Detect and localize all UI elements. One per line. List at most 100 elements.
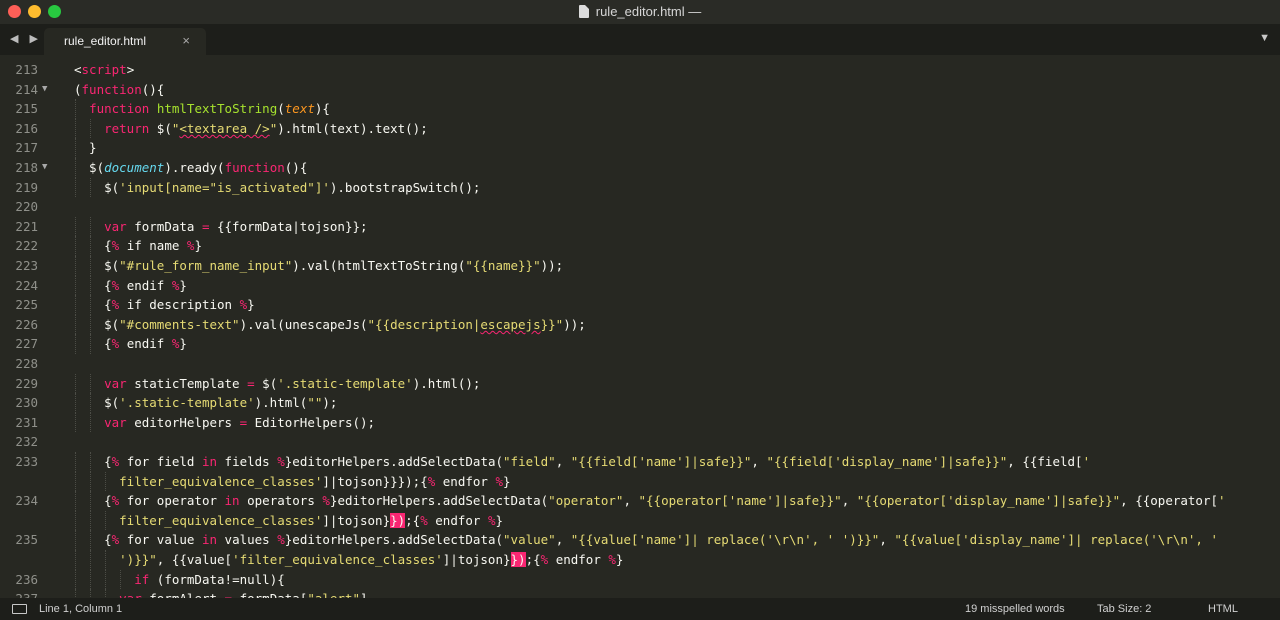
tab-close-icon[interactable]: ×	[182, 33, 190, 48]
code-token: "{{field['name']|safe}}"	[570, 454, 752, 469]
code-token: "#rule_form_name_input"	[119, 258, 293, 273]
code-token: ,	[555, 532, 571, 548]
code-token: ).	[164, 160, 180, 175]
code-token: escapejs	[480, 316, 541, 332]
code-token: (){	[141, 81, 165, 97]
line-number: 230	[15, 395, 38, 411]
fold-arrow-icon[interactable]: ▼	[42, 80, 47, 100]
panel-toggle-icon[interactable]	[12, 604, 27, 614]
code-line[interactable]: var formAlert = formData["alert"]	[74, 589, 368, 598]
code-line[interactable]: (function(){	[74, 80, 164, 100]
code-token: if	[134, 571, 150, 587]
code-line[interactable]: {% endif %}	[74, 276, 187, 296]
code-token: ,	[841, 493, 857, 509]
code-line[interactable]: ')}}", {{value['filter_equivalence_class…	[74, 550, 623, 570]
code-token: formData[	[232, 591, 308, 598]
code-token: %	[277, 532, 285, 548]
code-token: '.static-template'	[119, 395, 255, 411]
code-token: "{{operator['name']|safe}}"	[638, 493, 842, 509]
syntax-selector[interactable]: HTML	[1208, 603, 1238, 615]
cursor-position[interactable]: Line 1, Column 1	[39, 603, 122, 615]
tab-navigation-arrows-icon[interactable]: ◀ ▶	[10, 32, 42, 45]
code-token: $(	[74, 179, 120, 195]
line-number: 233	[15, 454, 38, 469]
code-token: htmlTextToString	[156, 101, 278, 117]
code-token: }	[503, 473, 511, 489]
code-token: "field"	[503, 454, 556, 469]
code-line[interactable]: {% for operator in operators %}editorHel…	[74, 491, 1225, 511]
code-token: "{{operator['display_name']|safe}}"	[856, 493, 1121, 509]
tab-label: rule_editor.html	[64, 34, 147, 48]
code-token: }editorHelpers.addSelectData(	[329, 493, 549, 509]
code-token: ;{	[405, 512, 421, 528]
tab-size-selector[interactable]: Tab Size: 2	[1097, 603, 1151, 615]
code-line[interactable]: {% for value in values %}editorHelpers.a…	[74, 530, 1218, 550]
line-number: 223	[15, 258, 38, 273]
code-line[interactable]: var formData = {{formData|tojson}};	[74, 217, 368, 237]
code-line[interactable]: {% if name %}	[74, 236, 202, 256]
code-token: ]|tojson}	[442, 552, 511, 567]
code-token: in	[224, 493, 240, 509]
code-token: ,	[879, 532, 895, 548]
code-token: "{{description|	[367, 316, 481, 332]
code-token: staticTemplate	[126, 375, 248, 391]
code-line[interactable]: {% if description %}	[74, 295, 255, 315]
line-number: 220	[15, 199, 38, 215]
fold-arrow-icon[interactable]: ▼	[42, 158, 47, 178]
code-token: ')}}"	[119, 552, 157, 567]
code-line[interactable]: var staticTemplate = $('.static-template…	[74, 374, 480, 394]
code-token: }	[247, 297, 255, 313]
code-token: (formData!=null){	[149, 571, 285, 587]
code-line[interactable]: $("#rule_form_name_input").val(htmlTextT…	[74, 256, 563, 276]
code-token: operators	[239, 493, 323, 509]
code-line[interactable]: {% for field in fields %}editorHelpers.a…	[74, 452, 1090, 472]
code-token: %	[420, 512, 428, 528]
code-area[interactable]: <script> (function(){ function htmlTextTo…	[70, 55, 1280, 598]
code-token: (	[277, 101, 285, 117]
code-line[interactable]: filter_equivalence_classes']|tojson}}});…	[74, 472, 511, 492]
code-editor[interactable]: 213 214 ▼ 215 216 217 218 ▼ 219 220 221 222 223 224 22…	[0, 55, 1280, 598]
code-token: endif	[119, 336, 172, 352]
code-line[interactable]: var editorHelpers = EditorHelpers();	[74, 413, 375, 433]
code-token: %	[495, 473, 503, 489]
code-token: ]	[360, 591, 368, 598]
code-token: function	[81, 81, 142, 97]
line-number: 235	[15, 532, 38, 548]
code-token: filter_equivalence_classes'	[119, 473, 323, 489]
code-token: '.static-template'	[277, 375, 413, 391]
code-line[interactable]: if (formData!=null){	[74, 570, 285, 590]
code-line[interactable]: $("#comments-text").val(unescapeJs("{{de…	[74, 315, 586, 335]
code-token: ""	[307, 395, 323, 411]
code-token: function	[224, 160, 285, 175]
code-token: if description	[119, 297, 240, 313]
code-line[interactable]: <script>	[74, 60, 134, 80]
code-token: in	[201, 454, 218, 469]
code-token: 'filter_equivalence_classes'	[232, 552, 443, 567]
code-token: ){	[314, 101, 330, 117]
code-line[interactable]: function htmlTextToString(text){	[74, 99, 330, 119]
spelling-status[interactable]: 19 misspelled words	[965, 603, 1065, 615]
code-line[interactable]: $('.static-template').html("");	[74, 393, 337, 413]
code-token: , {{operator[	[1120, 493, 1219, 509]
tab-bar: ◀ ▶ rule_editor.html × ▼	[0, 24, 1280, 55]
code-line[interactable]: $('input[name="is_activated"]').bootstra…	[74, 178, 480, 198]
code-token: }	[179, 277, 187, 293]
tab-overflow-menu-icon[interactable]: ▼	[1259, 32, 1270, 44]
code-token: ));	[563, 316, 586, 332]
code-line[interactable]: filter_equivalence_classes']|tojson}});{…	[74, 511, 503, 531]
code-token: {{formData|tojson}};	[209, 218, 368, 234]
code-line[interactable]: return $("<textarea />").html(text).text…	[74, 119, 428, 139]
code-line[interactable]: $(document).ready(function(){	[74, 158, 307, 178]
code-token: {	[74, 297, 112, 313]
title-bar: rule_editor.html —	[0, 0, 1280, 24]
code-token: >	[126, 62, 135, 77]
line-number: 221	[15, 218, 38, 234]
code-line[interactable]: }	[74, 138, 97, 158]
code-line[interactable]: {% endif %}	[74, 334, 187, 354]
code-token: filter_equivalence_classes'	[119, 512, 323, 528]
tab-rule-editor[interactable]: rule_editor.html ×	[44, 28, 206, 55]
